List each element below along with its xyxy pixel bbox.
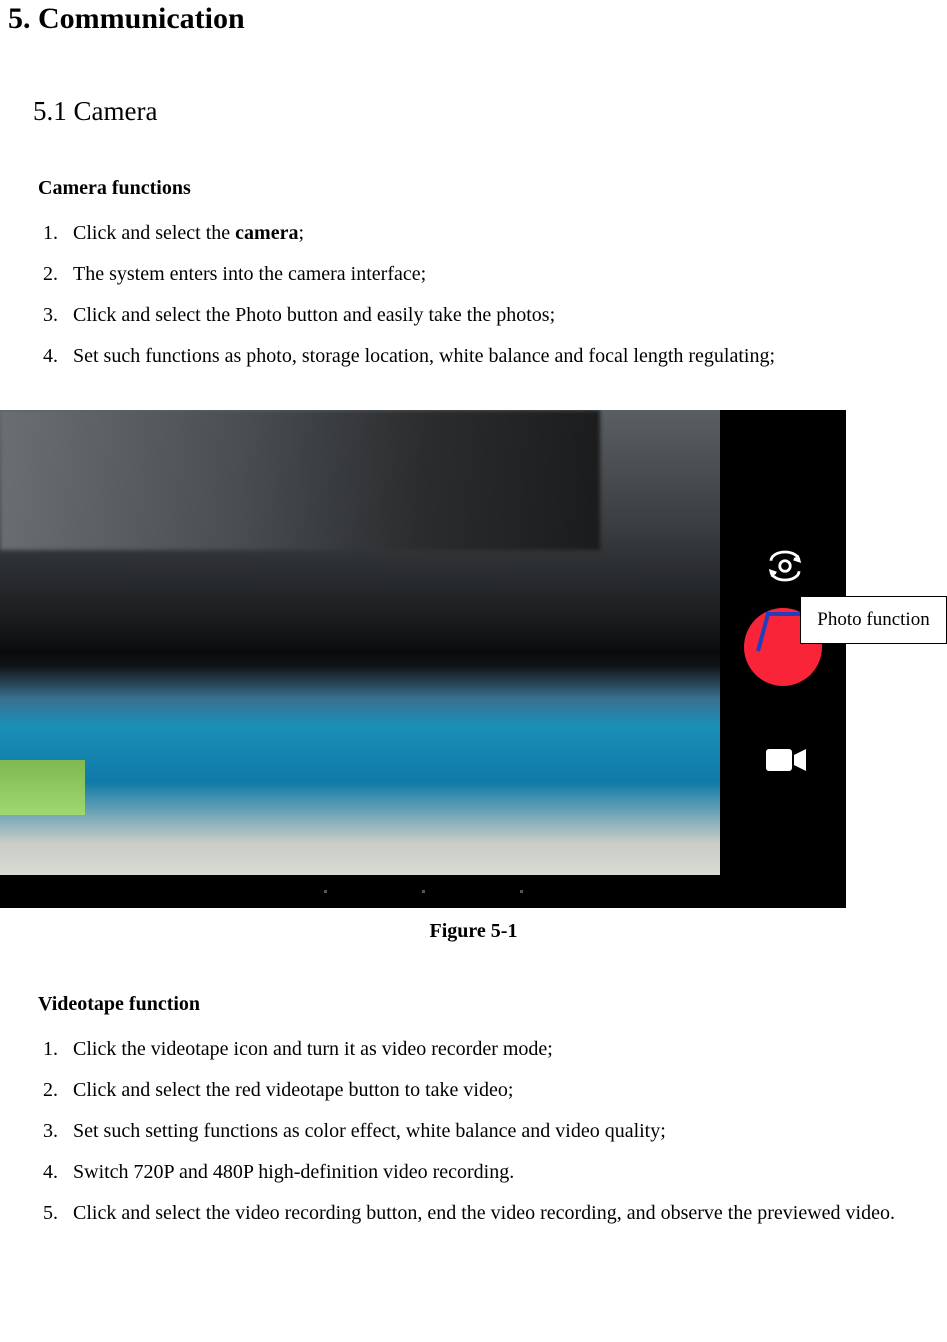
- list-item: Set such setting functions as color effe…: [63, 1118, 909, 1145]
- list-item: Set such functions as photo, storage loc…: [63, 343, 909, 370]
- list-item: Click and select the camera;: [63, 220, 909, 247]
- list-text: ;: [298, 222, 304, 244]
- subsection-heading-camera: Camera functions: [38, 177, 909, 200]
- videotape-functions-list: Click the videotape icon and turn it as …: [38, 1036, 909, 1227]
- figure-caption: Figure 5-1: [38, 920, 909, 943]
- list-item: The system enters into the camera interf…: [63, 261, 909, 288]
- nav-dot: [324, 890, 327, 893]
- subsection-heading-videotape: Videotape function: [38, 993, 909, 1016]
- list-text-bold: camera: [235, 222, 298, 244]
- list-item: Switch 720P and 480P high-definition vid…: [63, 1159, 909, 1186]
- nav-dot: [422, 890, 425, 893]
- list-item: Click the videotape icon and turn it as …: [63, 1036, 909, 1063]
- android-nav-bar: [0, 875, 846, 908]
- section-heading: 5.1 Camera: [33, 96, 909, 127]
- list-item: Click and select the Photo button and ea…: [63, 302, 909, 329]
- list-item: Click and select the video recording but…: [63, 1200, 909, 1227]
- figure-wrapper: Photo function: [0, 410, 947, 908]
- camera-functions-list: Click and select the camera; The system …: [38, 220, 909, 370]
- video-mode-icon[interactable]: [764, 745, 808, 775]
- list-item: Click and select the red videotape butto…: [63, 1077, 909, 1104]
- chapter-heading: 5. Communication: [8, 0, 909, 36]
- document-page: 5. Communication 5.1 Camera Camera funct…: [0, 0, 947, 1297]
- callout-label: Photo function: [800, 596, 947, 644]
- camera-viewfinder: [0, 410, 720, 875]
- list-text: Click and select the: [73, 222, 235, 244]
- camera-screenshot: [0, 410, 846, 908]
- nav-dot: [520, 890, 523, 893]
- switch-camera-icon[interactable]: [764, 545, 806, 587]
